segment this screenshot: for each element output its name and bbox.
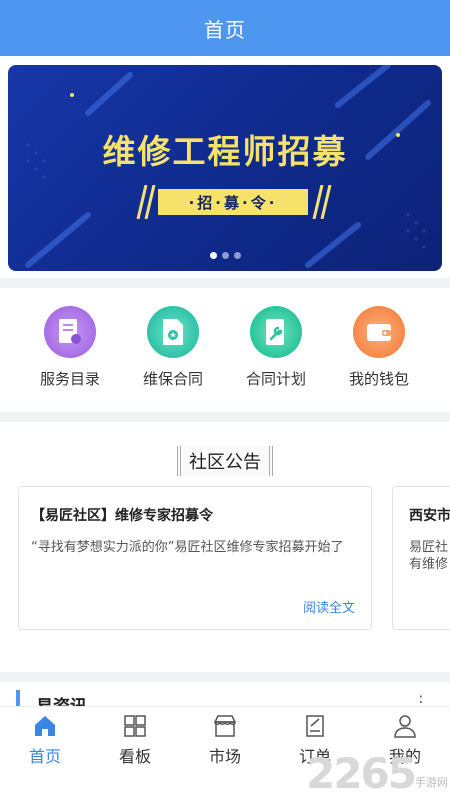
page-title: 首页 <box>204 17 246 42</box>
tab-label: 首页 <box>28 747 61 766</box>
quick-menu: 服务目录 维保合同 合同计划 我的钱包 <box>0 288 450 412</box>
notice-card-body: 易匠社 有维修 <box>409 540 449 572</box>
contract-icon <box>147 306 199 358</box>
community-notice-section: 社区公告 【易匠社区】维修专家招募令 “寻找有梦想实力派的你”易匠社区维修专家招… <box>0 422 450 672</box>
tab-label: 市场 <box>208 747 241 766</box>
menu-label: 我的钱包 <box>348 370 409 388</box>
notice-card-title: 【易匠社区】维修专家招募令 <box>31 508 213 524</box>
notice-section-title: 社区公告 <box>177 446 273 476</box>
grid-icon <box>124 715 146 737</box>
carousel-dot[interactable] <box>209 252 217 259</box>
tab-label: 看板 <box>118 747 151 766</box>
wallet-icon <box>353 306 405 358</box>
carousel-indicator[interactable] <box>8 252 442 259</box>
menu-item-maintenance-contract[interactable]: 维保合同 <box>123 306 223 389</box>
wrench-doc-icon <box>250 306 302 358</box>
tab-home[interactable]: 首页 <box>0 713 90 767</box>
notice-card-body: “寻找有梦想实力派的你”易匠社区维修专家招募开始了 <box>31 540 344 555</box>
app-header: 首页 <box>0 0 450 56</box>
stripes-right <box>312 185 332 219</box>
menu-label: 合同计划 <box>245 370 306 388</box>
watermark-number: 2265 <box>306 749 417 798</box>
order-icon <box>306 715 324 737</box>
read-more-link[interactable]: 阅读全文 <box>303 597 355 616</box>
carousel-dot[interactable] <box>233 252 241 259</box>
notice-card[interactable]: 西安市 易匠社 有维修 <box>392 486 450 630</box>
section-title: 社区公告 <box>0 446 450 476</box>
home-icon <box>35 716 55 736</box>
menu-item-contract-plan[interactable]: 合同计划 <box>226 306 326 389</box>
tab-dashboard[interactable]: 看板 <box>90 713 180 767</box>
banner-tag: ·招·募·令· <box>158 189 308 215</box>
tab-market[interactable]: 市场 <box>180 713 270 767</box>
menu-item-service-catalog[interactable]: 服务目录 <box>20 306 120 389</box>
site-watermark: 2265 手游网 <box>306 749 448 798</box>
watermark-text: 手游网 <box>415 776 448 789</box>
menu-label: 维保合同 <box>142 370 203 388</box>
recruit-banner[interactable]: 维修工程师招募 ·招·募·令· <box>8 65 442 271</box>
market-icon <box>213 715 237 737</box>
certificate-icon <box>44 306 96 358</box>
menu-item-my-wallet[interactable]: 我的钱包 <box>329 306 429 389</box>
stripes-left <box>136 185 156 219</box>
carousel-dot[interactable] <box>221 252 229 259</box>
banner-section: 维修工程师招募 ·招·募·令· <box>0 56 450 278</box>
menu-label: 服务目录 <box>39 370 100 388</box>
user-icon <box>394 715 416 738</box>
notice-card-title: 西安市 <box>409 508 450 524</box>
notice-card[interactable]: 【易匠社区】维修专家招募令 “寻找有梦想实力派的你”易匠社区维修专家招募开始了 … <box>18 486 372 630</box>
banner-title: 维修工程师招募 <box>102 132 348 171</box>
